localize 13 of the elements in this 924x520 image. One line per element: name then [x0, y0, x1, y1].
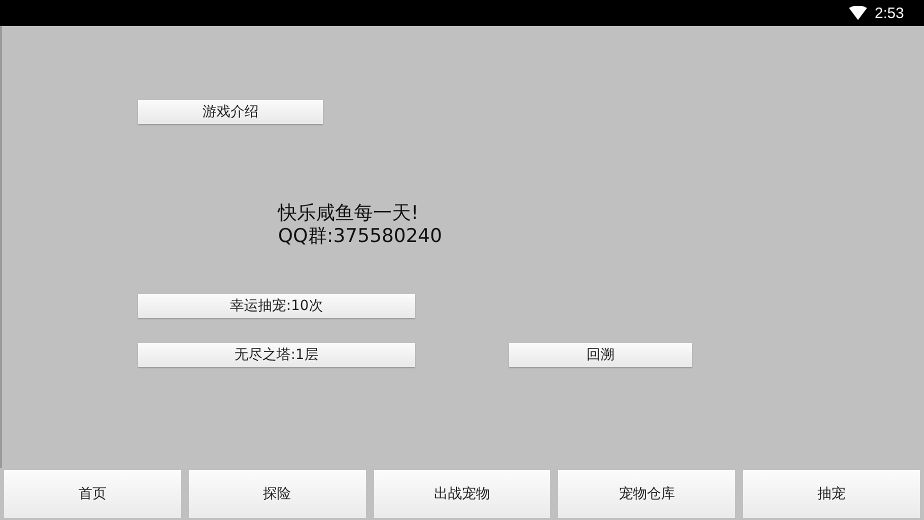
game-intro-button[interactable]: 游戏介绍 — [138, 100, 323, 124]
lucky-draw-button[interactable]: 幸运抽宠:10次 — [138, 294, 415, 318]
clock-time: 2:53 — [874, 4, 904, 22]
welcome-text: QQ群:375580240 — [278, 225, 444, 248]
rewind-button[interactable]: 回溯 — [509, 343, 692, 367]
nav-tab[interactable]: 抽宠 — [743, 470, 920, 518]
wifi-icon — [848, 6, 867, 20]
nav-tab[interactable]: 首页 — [4, 470, 181, 518]
nav-tab[interactable]: 探险 — [188, 470, 366, 518]
nav-tab[interactable]: 出战宠物 — [374, 470, 550, 518]
welcome-text: 快乐咸鱼每一天! — [278, 202, 420, 225]
endless-tower-button[interactable]: 无尽之塔:1层 — [138, 343, 415, 367]
nav-tab[interactable]: 宠物仓库 — [558, 470, 736, 518]
